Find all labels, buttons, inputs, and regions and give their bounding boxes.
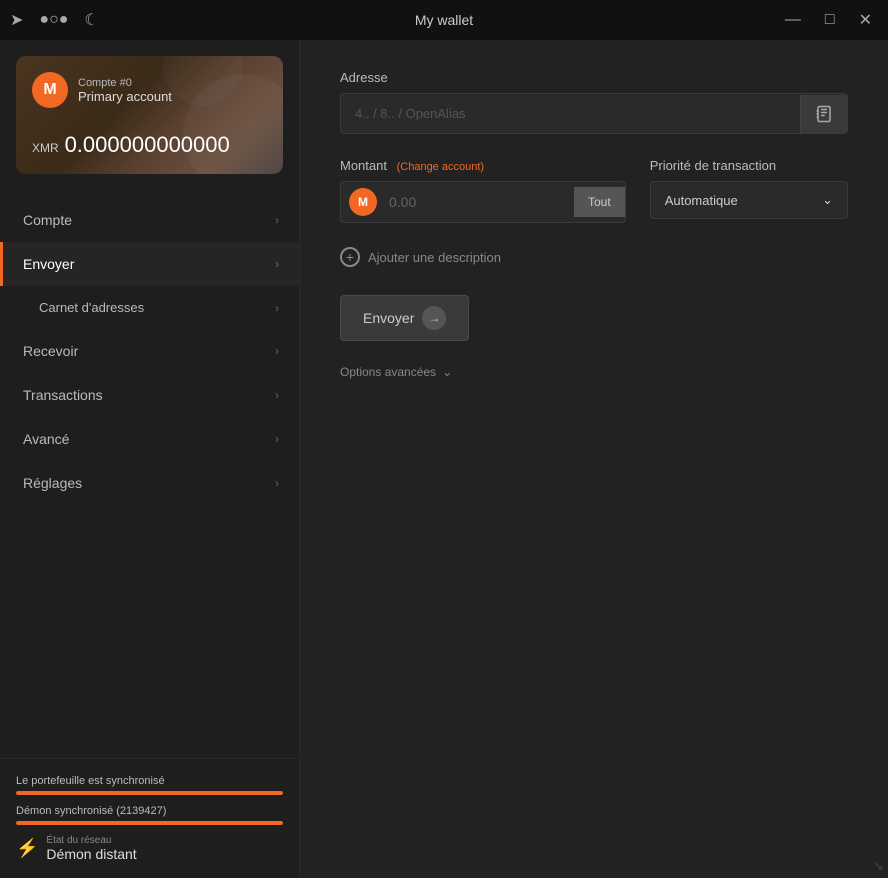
change-account-link[interactable]: (Change account) (397, 161, 484, 173)
chevron-icon-recevoir: › (275, 344, 279, 358)
advanced-options-chevron: ⌄ (442, 365, 452, 379)
chevron-icon-carnet: › (275, 301, 279, 315)
add-description-label: Ajouter une description (368, 250, 501, 265)
balance-zero: 0. (65, 132, 83, 157)
address-input-row (340, 93, 848, 134)
sync2-fill (16, 821, 283, 825)
xmr-label: XMR (32, 141, 59, 155)
address-book-button[interactable] (800, 95, 847, 133)
chevron-icon-compte: › (275, 213, 279, 227)
titlebar-left-icons: ➤ ●○● ☾ (10, 10, 99, 30)
amount-priority-row: Montant (Change account) M Tout Priorité… (340, 158, 848, 223)
chevron-icon-avance: › (275, 432, 279, 446)
priority-section: Priorité de transaction Automatique ⌄ (650, 158, 848, 219)
chevron-icon-reglages: › (275, 476, 279, 490)
nav-menu: Compte › Envoyer › Carnet d'adresses › R… (0, 190, 299, 758)
priority-select[interactable]: Automatique ⌄ (650, 181, 848, 219)
address-section-label: Adresse (340, 70, 848, 85)
network-status: ⚡ État du réseau Démon distant (16, 835, 283, 862)
sync2-label: Démon synchronisé (2139427) (16, 805, 283, 817)
titlebar-controls: — □ ✕ (779, 6, 878, 34)
sync1-fill (16, 791, 283, 795)
sync1-label: Le portefeuille est synchronisé (16, 775, 283, 787)
sidebar-footer: Le portefeuille est synchronisé Démon sy… (0, 758, 299, 878)
network-state-label: État du réseau (46, 835, 136, 846)
globe-icon[interactable]: ●○● (39, 11, 68, 29)
send-label: Envoyer (363, 310, 414, 326)
account-number: Compte #0 (78, 77, 172, 89)
nav-label-reglages: Réglages (23, 475, 82, 491)
network-state-value: Démon distant (46, 846, 136, 862)
sidebar-item-avance[interactable]: Avancé › (0, 417, 299, 461)
add-desc-icon: + (340, 247, 360, 267)
close-button[interactable]: ✕ (853, 6, 878, 34)
minimize-button[interactable]: — (779, 7, 807, 33)
lightning-icon: ⚡ (16, 838, 38, 859)
titlebar: ➤ ●○● ☾ My wallet — □ ✕ (0, 0, 888, 40)
send-button[interactable]: Envoyer → (340, 295, 469, 341)
nav-label-compte: Compte (23, 212, 72, 228)
sync2-bar (16, 821, 283, 825)
advanced-options-label: Options avancées (340, 365, 436, 379)
amount-label: Montant (Change account) (340, 158, 626, 173)
wallet-card: M Compte #0 Primary account XMR 0.000000… (16, 56, 283, 174)
resize-handle[interactable]: ↘ (872, 857, 884, 874)
sidebar-item-carnet[interactable]: Carnet d'adresses › (0, 286, 299, 329)
amount-input-row: M Tout (340, 181, 626, 223)
amount-input[interactable] (385, 186, 574, 218)
forward-icon[interactable]: ➤ (10, 10, 23, 30)
monero-letter: M (43, 81, 56, 99)
advanced-options[interactable]: Options avancées ⌄ (340, 365, 848, 379)
sidebar-item-transactions[interactable]: Transactions › (0, 373, 299, 417)
content-area: Adresse Montant (Change acc (300, 40, 888, 878)
chevron-icon-transactions: › (275, 388, 279, 402)
add-description[interactable]: + Ajouter une description (340, 247, 848, 267)
sidebar: M Compte #0 Primary account XMR 0.000000… (0, 40, 300, 878)
amount-text: Montant (340, 158, 387, 173)
sidebar-item-envoyer[interactable]: Envoyer › (0, 242, 299, 286)
amount-section: Montant (Change account) M Tout (340, 158, 626, 223)
priority-value: Automatique (665, 193, 738, 208)
monero-logo: M (32, 72, 68, 108)
all-button[interactable]: Tout (574, 187, 625, 217)
send-arrow-icon: → (422, 306, 446, 330)
network-text: État du réseau Démon distant (46, 835, 136, 862)
nav-label-transactions: Transactions (23, 387, 103, 403)
chevron-icon-envoyer: › (275, 257, 279, 271)
nav-label-avance: Avancé (23, 431, 69, 447)
sidebar-item-recevoir[interactable]: Recevoir › (0, 329, 299, 373)
window-title: My wallet (415, 12, 473, 28)
wallet-account-info: Compte #0 Primary account (78, 77, 172, 104)
sidebar-item-compte[interactable]: Compte › (0, 198, 299, 242)
monero-logo-small: M (349, 188, 377, 216)
sidebar-item-reglages[interactable]: Réglages › (0, 461, 299, 505)
address-input[interactable] (341, 94, 800, 133)
nav-label-carnet: Carnet d'adresses (39, 300, 144, 315)
account-name: Primary account (78, 89, 172, 104)
priority-label: Priorité de transaction (650, 158, 848, 173)
sync1-bar (16, 791, 283, 795)
nav-label-envoyer: Envoyer (23, 256, 74, 272)
moon-icon[interactable]: ☾ (84, 10, 98, 30)
main-layout: M Compte #0 Primary account XMR 0.000000… (0, 40, 888, 878)
nav-label-recevoir: Recevoir (23, 343, 78, 359)
maximize-button[interactable]: □ (819, 7, 841, 33)
chevron-down-icon: ⌄ (822, 192, 833, 208)
